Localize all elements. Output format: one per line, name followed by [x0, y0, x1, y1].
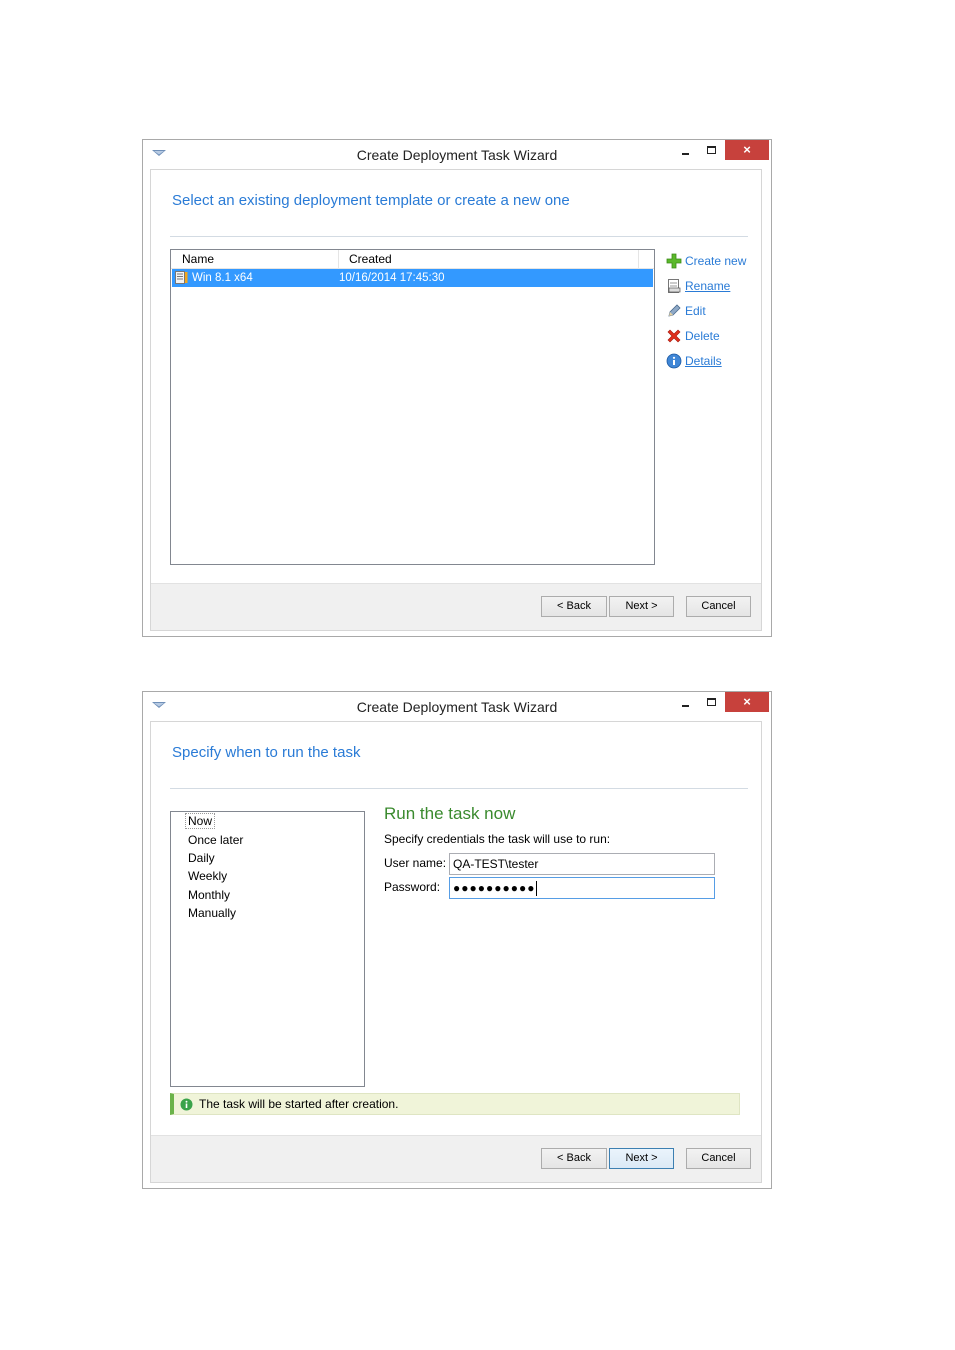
list-item[interactable]: Weekly	[188, 869, 227, 883]
info-banner: The task will be started after creation.	[170, 1093, 740, 1115]
list-item[interactable]: Now	[184, 813, 216, 829]
list-item[interactable]: Once later	[188, 833, 243, 847]
template-icon	[175, 271, 188, 284]
info-icon	[666, 353, 682, 369]
minimize-button[interactable]	[679, 146, 693, 160]
green-plus-icon	[666, 253, 682, 269]
title-bar[interactable]: Create Deployment Task Wizard ×	[143, 692, 771, 720]
table-row[interactable]: Win 8.1 x64 10/16/2014 17:45:30	[172, 269, 653, 287]
list-item[interactable]: Daily	[188, 851, 215, 865]
info-text: The task will be started after creation.	[199, 1097, 399, 1111]
column-header-name[interactable]: Name	[171, 250, 339, 268]
template-list[interactable]: Name Created Win 8.1 x64 10/16/2014 17:4…	[170, 249, 655, 565]
username-field[interactable]: QA-TEST\tester	[449, 853, 715, 875]
cancel-button[interactable]: Cancel	[686, 596, 751, 617]
cancel-button[interactable]: Cancel	[686, 1148, 751, 1169]
window-title: Create Deployment Task Wizard	[356, 147, 558, 163]
close-button[interactable]: ×	[725, 140, 769, 160]
header-divider	[170, 236, 748, 237]
schedule-list[interactable]: Now Once later Daily Weekly Monthly Manu…	[170, 811, 365, 1087]
edit-label: Edit	[685, 304, 706, 318]
panel-subtitle: Specify credentials the task will use to…	[384, 832, 611, 846]
window-title: Create Deployment Task Wizard	[356, 699, 558, 715]
password-field[interactable]: ●●●●●●●●●●	[449, 877, 715, 899]
title-bar[interactable]: Create Deployment Task Wizard ×	[143, 140, 771, 168]
rename-icon	[668, 279, 681, 293]
header-divider	[170, 788, 748, 789]
password-label: Password:	[384, 880, 441, 894]
green-info-icon	[180, 1098, 193, 1111]
page-header: Specify when to run the task	[172, 744, 361, 761]
row-name: Win 8.1 x64	[192, 272, 253, 284]
wizard-window-schedule: Create Deployment Task Wizard × Specify …	[142, 691, 772, 1189]
maximize-button[interactable]	[705, 696, 719, 710]
pencil-icon	[668, 304, 681, 317]
next-button[interactable]: Next >	[609, 596, 674, 617]
list-header: Name Created	[171, 250, 654, 269]
maximize-button[interactable]	[705, 144, 719, 158]
rename-label: Rename	[685, 279, 731, 293]
create-new-label: Create new	[685, 254, 747, 268]
wizard-client: Specify when to run the task Now Once la…	[150, 721, 762, 1183]
username-label: User name:	[384, 856, 447, 870]
row-created: 10/16/2014 17:45:30	[339, 272, 445, 284]
delete-label: Delete	[685, 329, 720, 343]
close-button[interactable]: ×	[725, 692, 769, 712]
red-x-icon	[667, 329, 681, 343]
minimize-button[interactable]	[679, 698, 693, 712]
next-button[interactable]: Next >	[609, 1148, 674, 1169]
wizard-client: Select an existing deployment template o…	[150, 169, 762, 631]
back-button[interactable]: < Back	[541, 596, 607, 617]
wizard-window-template: Create Deployment Task Wizard × Select a…	[142, 139, 772, 637]
column-header-created[interactable]: Created	[339, 250, 639, 268]
password-mask: ●●●●●●●●●●	[453, 881, 536, 895]
wizard-footer: < Back Next > Cancel	[151, 583, 761, 630]
list-item[interactable]: Manually	[188, 906, 236, 920]
text-caret	[536, 881, 538, 897]
wizard-footer: < Back Next > Cancel	[151, 1135, 761, 1182]
back-button[interactable]: < Back	[541, 1148, 607, 1169]
page-header: Select an existing deployment template o…	[172, 192, 570, 209]
panel-title: Run the task now	[384, 804, 516, 823]
details-label: Details	[685, 354, 722, 368]
list-item[interactable]: Monthly	[188, 888, 230, 902]
